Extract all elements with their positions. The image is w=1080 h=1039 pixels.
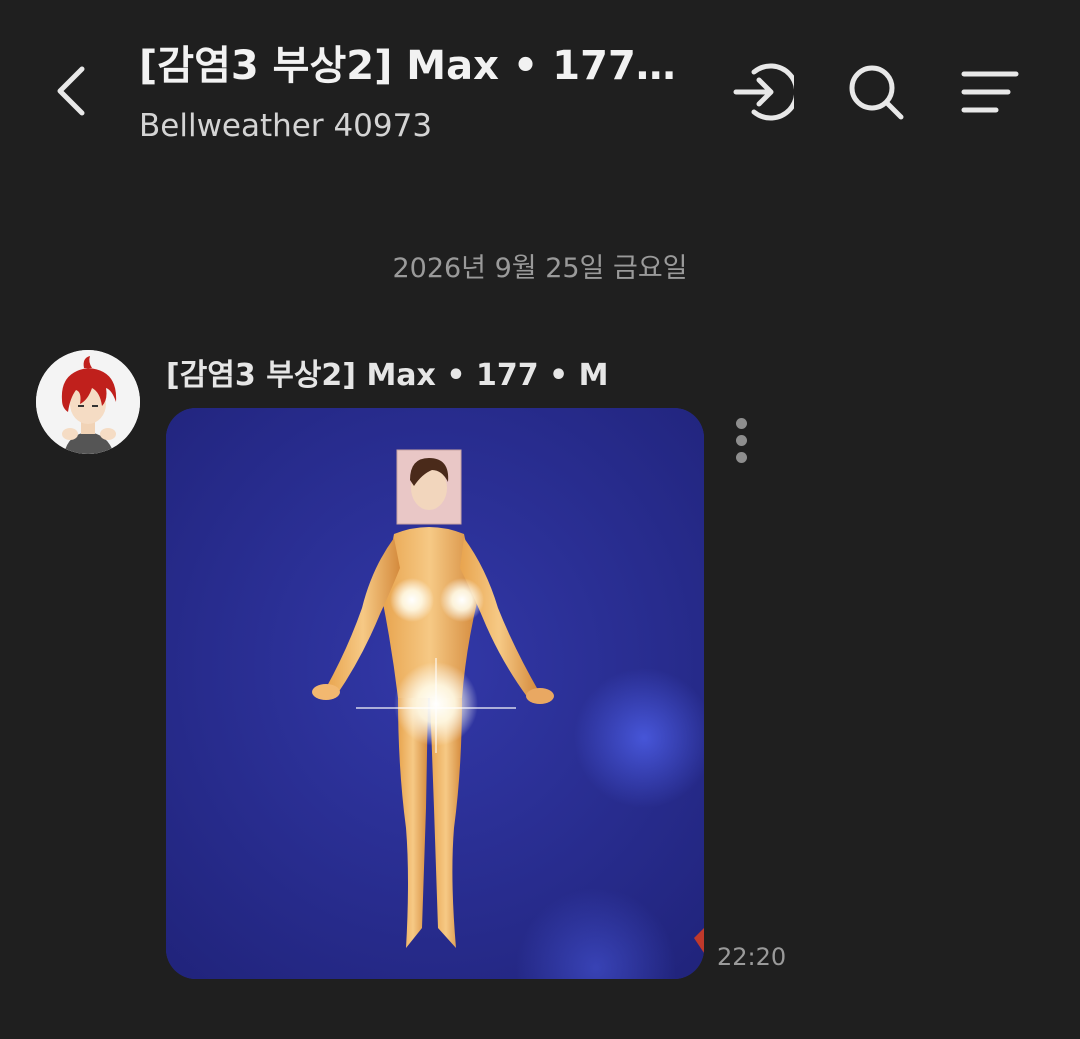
chat-subtitle: Bellweather 40973: [139, 108, 433, 144]
dot-icon: [735, 434, 747, 446]
enter-room-icon: [733, 63, 794, 121]
menu-icon: [961, 71, 1019, 113]
avatar-image: [36, 350, 140, 454]
search-button[interactable]: [842, 58, 910, 126]
date-divider: 2026년 9월 25일 금요일: [392, 253, 688, 284]
chat-screen: [감염3 부상2] Max • 177… Bellweather 40973 2…: [0, 0, 1080, 1039]
chat-title: [감염3 부상2] Max • 177…: [139, 43, 676, 89]
message-more-button[interactable]: [724, 412, 758, 468]
search-icon: [849, 65, 904, 120]
dot-icon: [735, 451, 747, 463]
enter-room-button[interactable]: [728, 58, 796, 126]
message-time: 22:20: [717, 943, 787, 971]
sender-name: [감염3 부상2] Max • 177 • M: [166, 358, 609, 393]
back-button[interactable]: [42, 56, 102, 126]
chevron-left-icon: [57, 66, 85, 116]
photo-message[interactable]: [166, 408, 704, 979]
sender-avatar[interactable]: [36, 350, 140, 454]
dot-icon: [735, 417, 747, 429]
photo-image: [166, 408, 704, 979]
menu-button[interactable]: [956, 58, 1024, 126]
